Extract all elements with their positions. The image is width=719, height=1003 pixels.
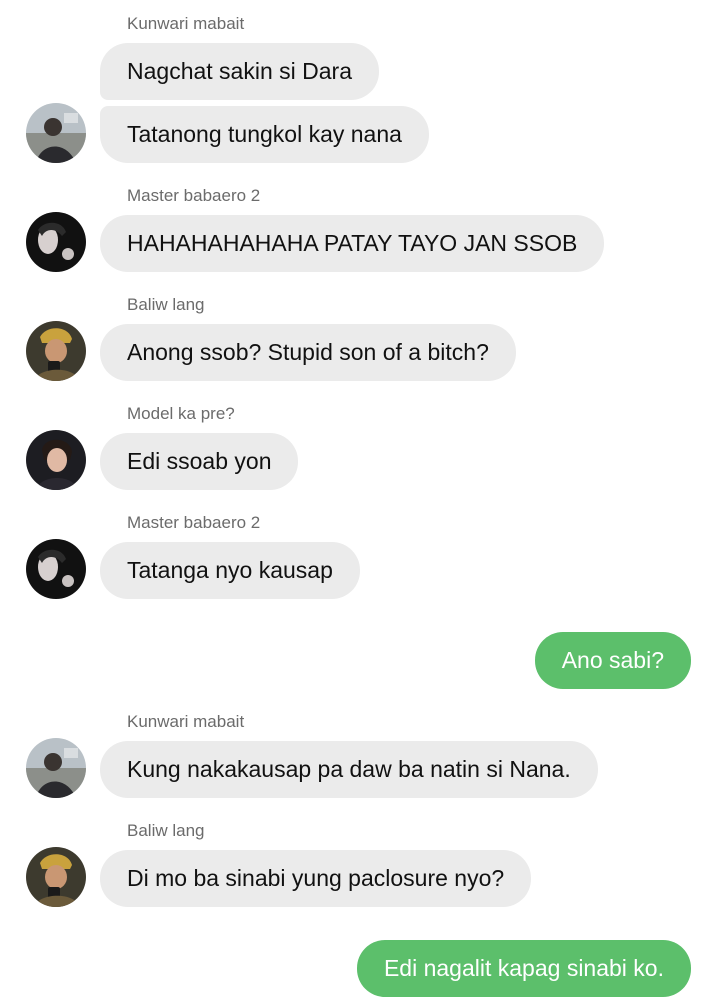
avatar-model-ka-pre[interactable] xyxy=(26,430,86,490)
sender-name: Kunwari mabait xyxy=(127,712,245,731)
sender-name: Model ka pre? xyxy=(127,404,235,423)
avatar-baliw-lang[interactable] xyxy=(26,321,86,381)
sender-name: Kunwari mabait xyxy=(127,14,245,33)
message-bubble-incoming[interactable]: Tatanong tungkol kay nana xyxy=(100,106,429,163)
sender-name: Baliw lang xyxy=(127,821,205,840)
message-bubble-outgoing[interactable]: Edi nagalit kapag sinabi ko. xyxy=(356,940,691,997)
message-bubble-incoming[interactable]: Di mo ba sinabi yung paclosure nyo? xyxy=(100,850,532,907)
sender-name: Master babaero 2 xyxy=(127,186,261,205)
sender-name: Baliw lang xyxy=(127,295,205,314)
message-bubble-incoming[interactable]: Kung nakakausap pa daw ba natin si Nana. xyxy=(100,741,598,798)
message-bubble-incoming[interactable]: Anong ssob? Stupid son of a bitch? xyxy=(100,324,516,381)
sender-name: Master babaero 2 xyxy=(127,513,261,532)
avatar-kunwari-mabait[interactable] xyxy=(26,738,86,798)
avatar-kunwari-mabait[interactable] xyxy=(26,103,86,163)
avatar-baliw-lang[interactable] xyxy=(26,847,86,907)
message-bubble-incoming[interactable]: HAHAHAHAHAHA PATAY TAYO JAN SSOB xyxy=(100,215,605,272)
message-bubble-incoming[interactable]: Edi ssoab yon xyxy=(100,433,299,490)
message-bubble-incoming[interactable]: Nagchat sakin si Dara xyxy=(100,43,379,100)
avatar-master-babaero-2[interactable] xyxy=(26,212,86,272)
message-bubble-outgoing[interactable]: Ano sabi? xyxy=(534,632,691,689)
message-bubble-incoming[interactable]: Tatanga nyo kausap xyxy=(100,542,360,599)
avatar-master-babaero-2[interactable] xyxy=(26,539,86,599)
